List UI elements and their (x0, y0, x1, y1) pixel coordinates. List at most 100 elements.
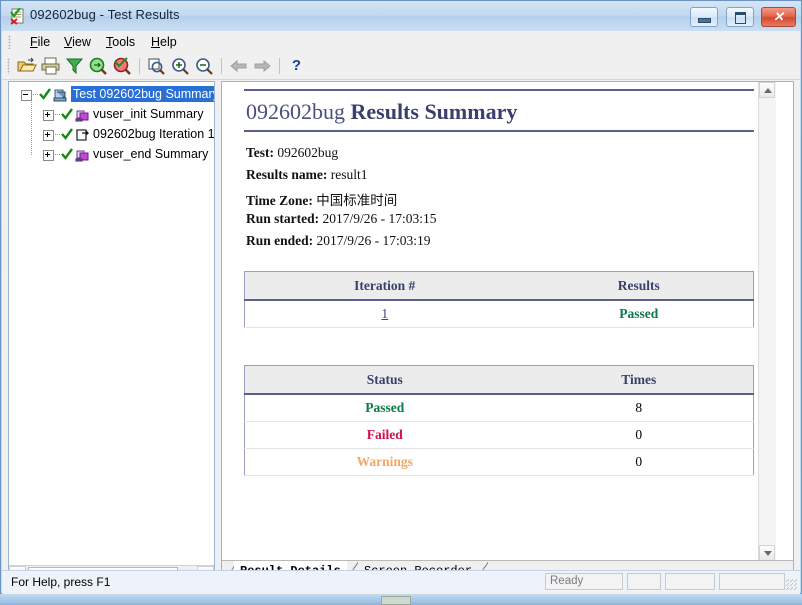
table-row: Failed 0 (244, 421, 754, 449)
status-bar: For Help, press F1 Ready (2, 570, 800, 592)
table-row: Warnings 0 (244, 448, 754, 476)
taskbar-item (381, 596, 411, 605)
help-icon[interactable]: ? (286, 56, 307, 76)
window-title: 092602bug - Test Results (30, 7, 180, 22)
find-next-icon[interactable] (112, 56, 133, 76)
collapse-toggle-root[interactable] (21, 90, 32, 101)
report-vertical-scrollbar[interactable] (758, 82, 776, 561)
tree-node-label: Test 092602bug Summary (71, 86, 214, 102)
status-panel-ready: Ready (545, 573, 623, 590)
cell-times-warnings: 0 (524, 448, 754, 476)
col-status: Status (244, 365, 525, 395)
toolbar-grip (7, 58, 10, 74)
status-panel-4 (719, 573, 785, 590)
find-icon[interactable] (88, 56, 109, 76)
passed-check-icon (61, 148, 73, 161)
toolbar: ? (2, 53, 800, 80)
tree-row-iteration[interactable]: 092602bug Iteration 1 (9, 125, 214, 145)
report-pane: 092602bug Results Summary Test: 092602bu… (221, 81, 794, 584)
tree-line (53, 134, 61, 135)
expand-toggle-iteration[interactable] (43, 130, 54, 141)
tree-node-label: vuser_end Summary (93, 147, 209, 161)
tree-row-vuser-end[interactable]: vuser_end Summary (9, 145, 214, 165)
open-icon[interactable] (16, 56, 37, 76)
back-arrow-icon[interactable] (228, 56, 249, 76)
cell-iteration-result: Passed (524, 300, 754, 328)
vuser-node-icon (75, 148, 90, 162)
minimize-button[interactable] (690, 7, 719, 27)
tree-node-label: vuser_init Summary (93, 107, 204, 121)
iteration-table: Iteration # Results 1 Passed (244, 271, 754, 328)
resize-grip[interactable] (785, 578, 797, 590)
cell-iteration-number[interactable]: 1 (244, 300, 525, 328)
menu-bar: File View Tools Help (2, 31, 800, 53)
tree-row-root[interactable]: Test 092602bug Summary (9, 85, 214, 105)
scroll-down-button[interactable] (759, 545, 775, 561)
table-header-row: Iteration # Results (244, 271, 754, 301)
tree-node-label: 092602bug Iteration 1 (93, 127, 214, 141)
scroll-up-button[interactable] (759, 82, 775, 98)
filter-icon[interactable] (64, 56, 85, 76)
cell-status-failed: Failed (244, 421, 525, 449)
vuser-node-icon (75, 108, 90, 122)
tree-row-vuser-init[interactable]: vuser_init Summary (9, 105, 214, 125)
report-title-name: 092602bug (246, 99, 345, 124)
toolbar-separator-2 (221, 58, 222, 74)
close-button[interactable]: ✕ (761, 7, 796, 27)
title-bar: 092602bug - Test Results ✕ (1, 1, 801, 31)
report-title: 092602bug Results Summary (246, 99, 517, 125)
menu-view[interactable]: View (58, 34, 97, 50)
cell-status-passed: Passed (244, 394, 525, 422)
iteration-link[interactable]: 1 (381, 306, 388, 321)
results-tree[interactable]: Test 092602bug Summary vuser_init Summar… (9, 82, 214, 566)
status-table: Status Times Passed 8 Failed 0 Warnings … (244, 365, 754, 476)
expand-toggle-vuser-end[interactable] (43, 150, 54, 161)
menu-tools[interactable]: Tools (100, 34, 141, 50)
zoom-fit-icon[interactable] (146, 56, 167, 76)
menu-help[interactable]: Help (145, 34, 183, 50)
detail-run-started: Run started: 2017/9/26 - 17:03:15 (246, 211, 437, 226)
app-window: 092602bug - Test Results ✕ File View Too… (0, 0, 802, 594)
cell-times-passed: 8 (524, 394, 754, 422)
detail-test: Test: 092602bug (246, 145, 339, 160)
title-rule-bottom (244, 130, 754, 132)
close-icon: ✕ (773, 9, 784, 24)
toolbar-separator-3 (279, 58, 280, 74)
col-results: Results (524, 271, 754, 301)
table-row: Passed 8 (244, 394, 754, 422)
forward-arrow-icon[interactable] (252, 56, 273, 76)
title-rule-top (244, 89, 754, 91)
menu-file[interactable]: File (24, 34, 56, 50)
toolbar-separator-1 (139, 58, 140, 74)
table-header-row: Status Times (244, 365, 754, 395)
expand-toggle-vuser-init[interactable] (43, 110, 54, 121)
passed-check-icon (39, 88, 51, 101)
detail-time-zone: Time Zone: 中国标准时间 (246, 193, 398, 208)
status-hint: For Help, press F1 (11, 575, 111, 589)
maximize-button[interactable] (725, 7, 754, 27)
zoom-out-icon[interactable] (194, 56, 215, 76)
passed-check-icon (61, 108, 73, 121)
zoom-in-icon[interactable] (170, 56, 191, 76)
tree-line (53, 114, 61, 115)
detail-run-ended: Run ended: 2017/9/26 - 17:03:19 (246, 233, 431, 248)
report-title-suffix: Results Summary (350, 99, 518, 124)
iteration-node-icon (75, 128, 90, 141)
test-node-icon (53, 88, 68, 102)
cell-times-failed: 0 (524, 421, 754, 449)
window-controls: ✕ (687, 7, 796, 27)
report-document: 092602bug Results Summary Test: 092602bu… (222, 82, 776, 561)
status-panel-2 (627, 573, 661, 590)
detail-results-name: Results name: result1 (246, 167, 368, 182)
table-row: 1 Passed (244, 300, 754, 328)
results-tree-pane: Test 092602bug Summary vuser_init Summar… (8, 81, 215, 584)
cell-status-warnings: Warnings (244, 448, 525, 476)
col-times: Times (524, 365, 754, 395)
col-iteration: Iteration # (244, 271, 525, 301)
tree-line (31, 94, 39, 95)
tree-line (53, 154, 61, 155)
passed-check-icon (61, 128, 73, 141)
client-area: File View Tools Help ? Test 092602bug Su… (2, 31, 800, 594)
test-results-document-icon (9, 7, 26, 25)
print-icon[interactable] (40, 56, 61, 76)
